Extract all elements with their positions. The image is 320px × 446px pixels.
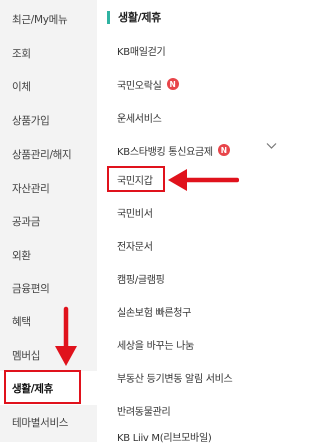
sidebar-item-transfer[interactable]: 이체 [0, 69, 97, 103]
sidebar-item-product-manage[interactable]: 상품관리/해지 [0, 137, 97, 171]
menu-item-secretary[interactable]: 국민비서 [117, 202, 153, 222]
menu-item-label: 부동산 등기변동 알림 서비스 [117, 373, 233, 385]
menu-item-label: 국민비서 [117, 208, 153, 220]
menu-item-e-document[interactable]: 전자문서 [117, 235, 153, 255]
chevron-down-icon[interactable] [266, 142, 277, 150]
red-arrow-icon [168, 169, 239, 191]
sidebar-item-theme-services[interactable]: 테마별서비스 [0, 405, 97, 439]
header-accent-bar [107, 10, 110, 24]
menu-item-pet-care[interactable]: 반려동물관리 [117, 400, 171, 420]
sidebar-item-recent-my-menu[interactable]: 최근/My메뉴 [0, 2, 97, 36]
menu-item-arcade[interactable]: 국민오락실 N [117, 74, 179, 94]
menu-item-kb-daily-walk[interactable]: KB매일걷기 [117, 40, 166, 60]
sidebar-item-utility-bills[interactable]: 공과금 [0, 204, 97, 238]
menu-item-label: 반려동물관리 [117, 406, 171, 418]
menu-item-label: 세상을 바꾸는 나눔 [117, 340, 194, 352]
highlight-box-wallet [107, 166, 165, 192]
menu-item-sharing[interactable]: 세상을 바꾸는 나눔 [117, 334, 194, 354]
new-badge: N [166, 78, 179, 90]
menu-item-label: 캠핑/글램핑 [117, 274, 165, 286]
panel-title: 생활/제휴 [118, 11, 161, 24]
sidebar-item-membership[interactable]: 멤버십 [0, 338, 97, 372]
menu-item-label: KB매일걷기 [117, 46, 166, 58]
menu-item-label: KB스타뱅킹 통신요금제 [117, 146, 213, 158]
red-arrow-icon [55, 306, 77, 366]
menu-item-fortune[interactable]: 운세서비스 [117, 107, 162, 127]
menu-item-liiv-m[interactable]: KB Liiv M(리브모바일) [117, 426, 212, 446]
menu-item-label: 실손보험 빠른청구 [117, 307, 192, 319]
menu-item-telecom-plan[interactable]: KB스타뱅킹 통신요금제 N [117, 140, 230, 160]
sidebar-item-product-join[interactable]: 상품가입 [0, 103, 97, 137]
panel-header: 생활/제휴 [107, 9, 161, 25]
menu-item-label: 국민오락실 [117, 80, 162, 92]
menu-item-label: 전자문서 [117, 241, 153, 253]
menu-item-label: KB Liiv M(리브모바일) [117, 432, 212, 444]
menu-item-label: 운세서비스 [117, 113, 162, 125]
menu-item-real-estate-alert[interactable]: 부동산 등기변동 알림 서비스 [117, 367, 233, 387]
menu-item-insurance-claim[interactable]: 실손보험 빠른청구 [117, 301, 191, 321]
menu-item-camping[interactable]: 캠핑/글램핑 [117, 268, 165, 288]
highlight-box-life-partnership [4, 370, 81, 404]
sidebar-item-foreign-exchange[interactable]: 외환 [0, 238, 97, 272]
sidebar-item-asset-manage[interactable]: 자산관리 [0, 171, 97, 205]
new-badge: N [217, 144, 230, 156]
sidebar-item-benefits[interactable]: 혜택 [0, 304, 97, 338]
sidebar-item-financial-convenience[interactable]: 금융편의 [0, 271, 97, 305]
sidebar-item-inquiry[interactable]: 조회 [0, 36, 97, 70]
